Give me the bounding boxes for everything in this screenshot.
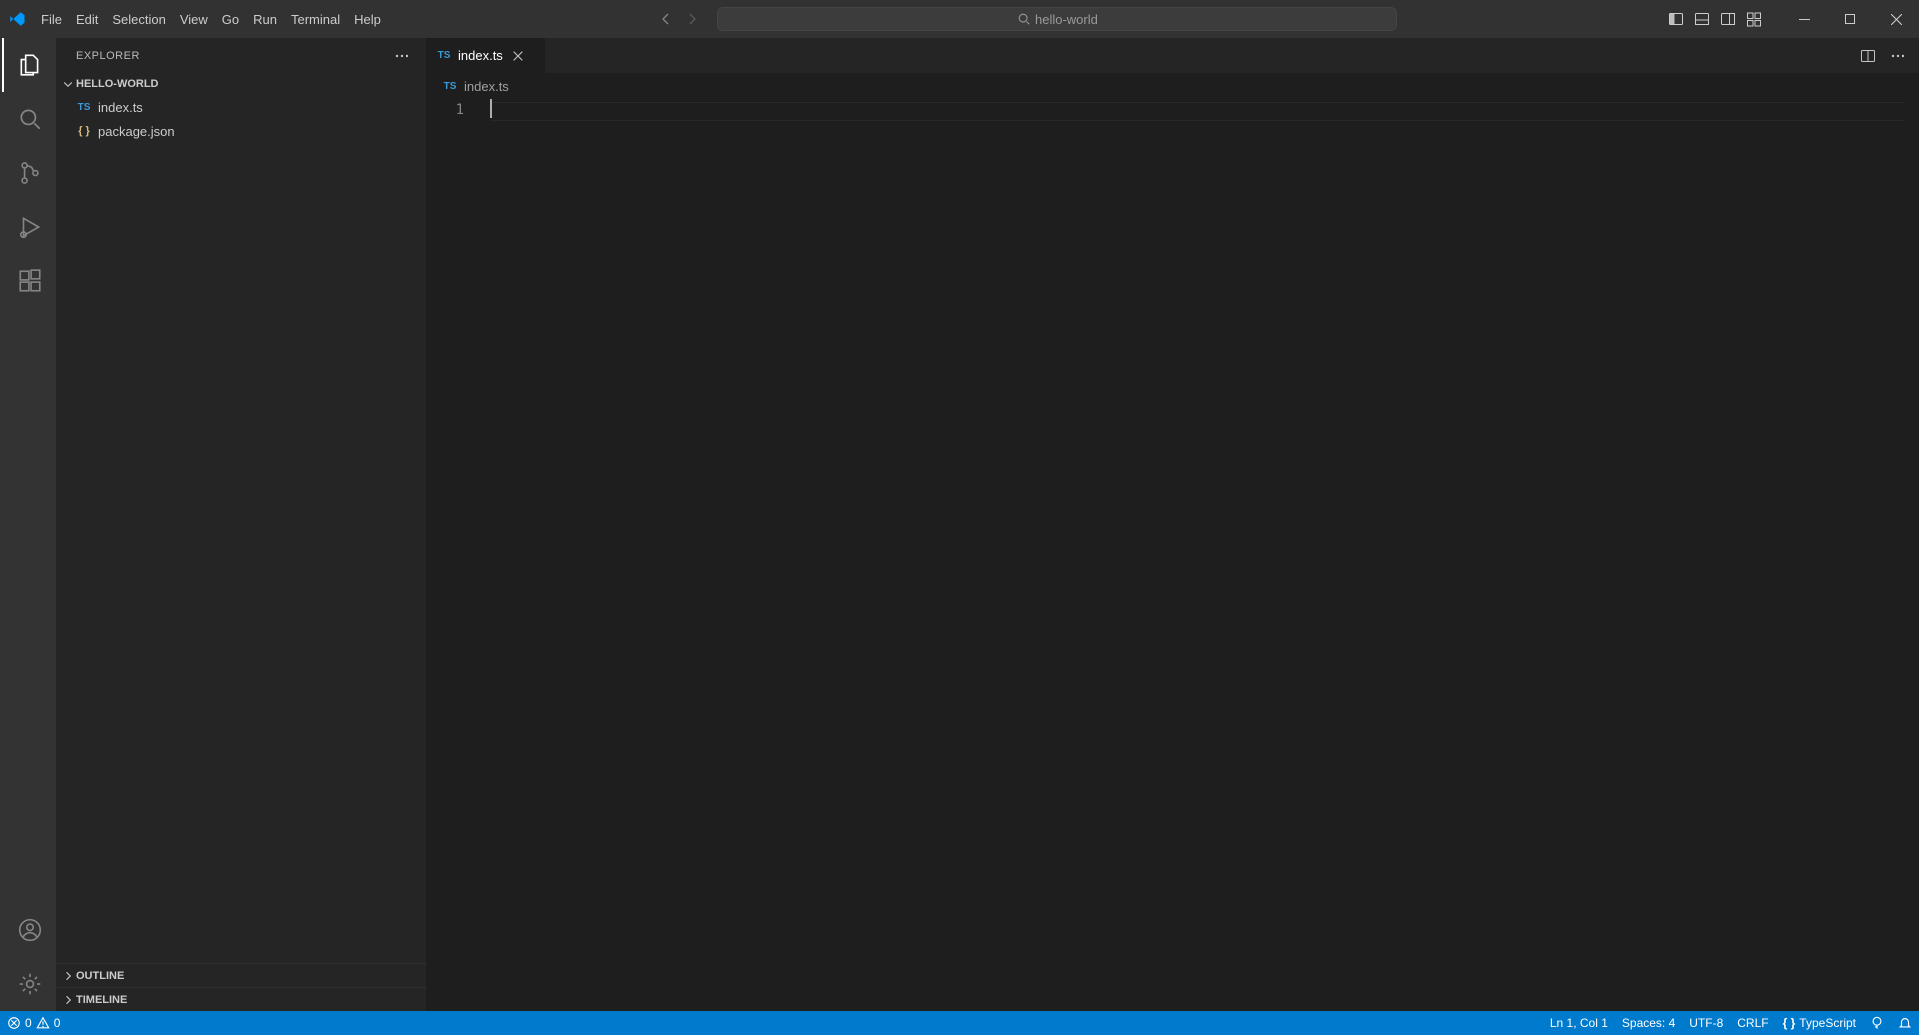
active-line (490, 102, 1905, 121)
files-icon (17, 52, 43, 78)
status-indentation[interactable]: Spaces: 4 (1615, 1016, 1682, 1030)
menu-file[interactable]: File (34, 0, 69, 38)
tab-label: index.ts (458, 48, 503, 63)
tab-bar: TS index.ts (426, 38, 1919, 73)
folder-section-header[interactable]: HELLO-WORLD (56, 73, 426, 95)
status-feedback[interactable] (1863, 1016, 1891, 1030)
timeline-section[interactable]: Timeline (56, 987, 426, 1011)
feedback-icon (1870, 1016, 1884, 1030)
breadcrumb-label: index.ts (464, 79, 509, 94)
gear-icon (17, 971, 43, 997)
sidebar-more-button[interactable] (394, 48, 410, 64)
sidebar-title: Explorer (56, 38, 426, 73)
debug-icon (17, 214, 43, 240)
typescript-file-icon: TS (436, 50, 452, 61)
timeline-label: Timeline (76, 994, 127, 1006)
toggle-panel-button[interactable] (1689, 6, 1715, 32)
activity-run-debug[interactable] (2, 200, 58, 254)
account-icon (17, 917, 43, 943)
nav-forward-button[interactable] (679, 6, 705, 32)
status-eol[interactable]: CRLF (1730, 1016, 1775, 1030)
warning-count: 0 (54, 1016, 61, 1030)
file-name: package.json (98, 124, 175, 139)
window-close-button[interactable] (1873, 0, 1919, 38)
breadcrumb[interactable]: TS index.ts (426, 73, 1919, 99)
window-maximize-button[interactable] (1827, 0, 1873, 38)
menu-selection[interactable]: Selection (105, 0, 172, 38)
sidebar-title-label: Explorer (76, 50, 140, 62)
customize-layout-button[interactable] (1741, 6, 1767, 32)
menu-run[interactable]: Run (246, 0, 284, 38)
typescript-file-icon: TS (76, 102, 92, 113)
app-icon (0, 10, 34, 28)
window-minimize-button[interactable] (1781, 0, 1827, 38)
activity-search[interactable] (2, 92, 58, 146)
file-tree: TS index.ts { } package.json (56, 95, 426, 963)
language-label: TypeScript (1799, 1016, 1856, 1030)
menu-edit[interactable]: Edit (69, 0, 105, 38)
source-control-icon (17, 160, 43, 186)
menu-help[interactable]: Help (347, 0, 388, 38)
json-file-icon: { } (76, 125, 92, 137)
activity-accounts[interactable] (2, 903, 58, 957)
status-cursor-position[interactable]: Ln 1, Col 1 (1543, 1016, 1615, 1030)
menu-view[interactable]: View (173, 0, 215, 38)
toggle-secondary-sidebar-button[interactable] (1715, 6, 1741, 32)
status-encoding[interactable]: UTF-8 (1682, 1016, 1730, 1030)
error-count: 0 (25, 1016, 32, 1030)
outline-section[interactable]: Outline (56, 963, 426, 987)
search-icon (17, 106, 43, 132)
error-icon (7, 1016, 21, 1030)
minimap[interactable] (1905, 99, 1919, 1011)
editor-more-button[interactable] (1885, 43, 1911, 69)
editor-group: TS index.ts TS index.ts 1 (426, 38, 1919, 1011)
status-problems[interactable]: 0 0 (0, 1011, 67, 1035)
menu-terminal[interactable]: Terminal (284, 0, 347, 38)
outline-label: Outline (76, 970, 124, 982)
editor-body[interactable]: 1 (426, 99, 1919, 1011)
activity-explorer[interactable] (2, 38, 58, 92)
command-center-search[interactable]: hello-world (717, 7, 1397, 31)
chevron-right-icon (60, 994, 76, 1006)
braces-icon: { } (1783, 1016, 1796, 1030)
titlebar-right (1663, 0, 1919, 38)
file-tree-item[interactable]: TS index.ts (56, 95, 426, 119)
code-area[interactable] (490, 99, 1905, 1011)
file-tree-item[interactable]: { } package.json (56, 119, 426, 143)
toggle-primary-sidebar-button[interactable] (1663, 6, 1689, 32)
close-icon (511, 49, 525, 63)
chevron-right-icon (60, 970, 76, 982)
chevron-down-icon (60, 78, 76, 90)
warning-icon (36, 1016, 50, 1030)
split-editor-button[interactable] (1855, 43, 1881, 69)
line-number: 1 (426, 102, 464, 118)
activity-source-control[interactable] (2, 146, 58, 200)
status-language[interactable]: { } TypeScript (1776, 1016, 1863, 1030)
search-icon (1017, 12, 1031, 26)
activity-extensions[interactable] (2, 254, 58, 308)
nav-back-button[interactable] (653, 6, 679, 32)
nav-arrows (653, 6, 705, 32)
titlebar: File Edit Selection View Go Run Terminal… (0, 0, 1919, 38)
activity-manage[interactable] (2, 957, 58, 1011)
editor-tab[interactable]: TS index.ts (426, 38, 546, 73)
search-text: hello-world (1035, 12, 1098, 27)
main-area: Explorer HELLO-WORLD TS index.ts { } pac… (0, 38, 1919, 1011)
status-bar: 0 0 Ln 1, Col 1 Spaces: 4 UTF-8 CRLF { }… (0, 1011, 1919, 1035)
menu-go[interactable]: Go (215, 0, 246, 38)
menu-bar: File Edit Selection View Go Run Terminal… (34, 0, 388, 38)
extensions-icon (17, 268, 43, 294)
activity-bar (0, 38, 56, 1011)
bell-icon (1898, 1016, 1912, 1030)
tab-close-button[interactable] (511, 49, 525, 63)
file-name: index.ts (98, 100, 143, 115)
status-notifications[interactable] (1891, 1016, 1919, 1030)
text-cursor (490, 99, 492, 118)
sidebar-explorer: Explorer HELLO-WORLD TS index.ts { } pac… (56, 38, 426, 1011)
typescript-file-icon: TS (442, 81, 458, 92)
folder-name: HELLO-WORLD (76, 78, 158, 90)
line-number-gutter: 1 (426, 99, 490, 1011)
